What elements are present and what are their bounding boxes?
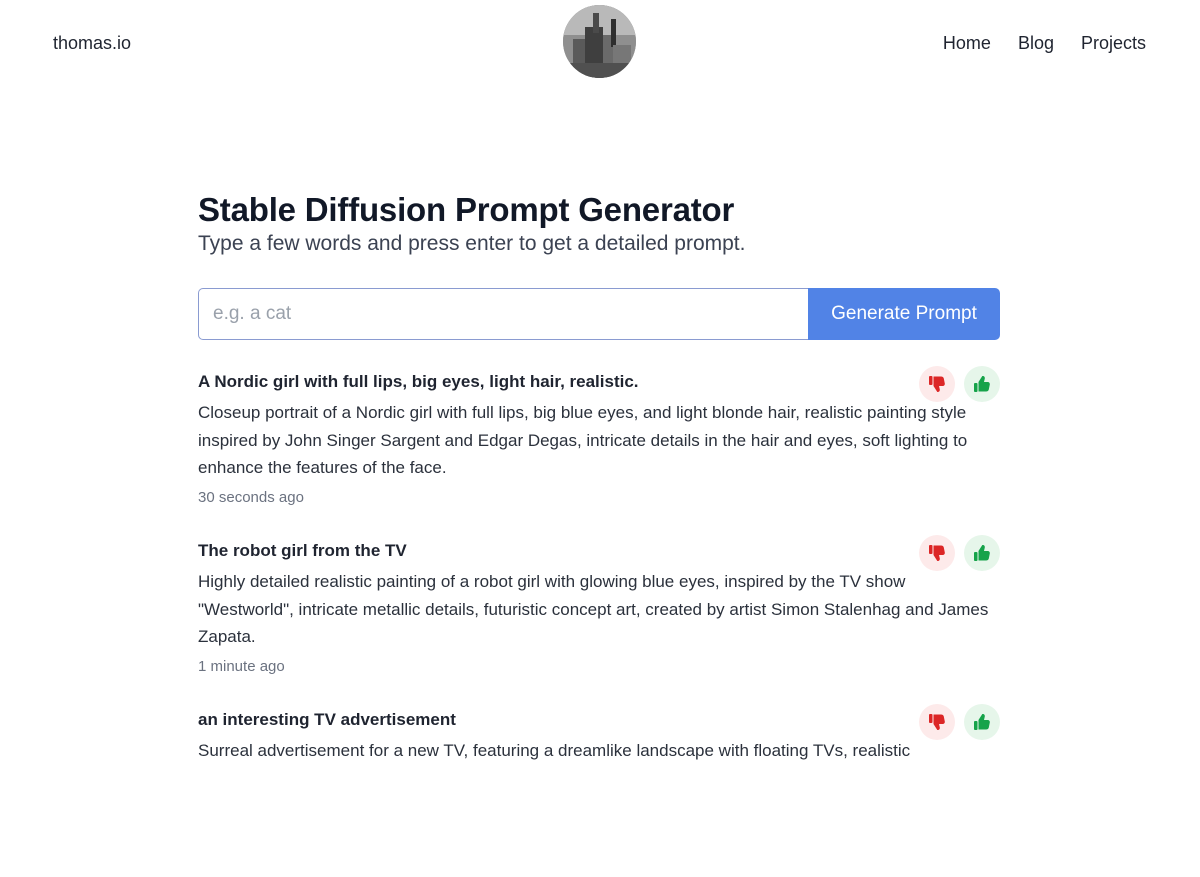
downvote-button[interactable] bbox=[919, 366, 955, 402]
nav-blog[interactable]: Blog bbox=[1018, 32, 1054, 54]
thumbs-down-icon bbox=[929, 376, 945, 392]
thumbs-up-icon bbox=[974, 376, 990, 392]
list-item: an interesting TV advertisement Surreal … bbox=[198, 704, 1000, 877]
generate-prompt-button[interactable]: Generate Prompt bbox=[808, 288, 1000, 340]
vote-buttons bbox=[919, 704, 1000, 740]
top-navbar: thomas.io Home Blog Projects bbox=[0, 0, 1200, 86]
nav-home[interactable]: Home bbox=[943, 32, 991, 54]
main-nav: Home Blog Projects bbox=[943, 32, 1146, 54]
result-timestamp: 30 seconds ago bbox=[198, 489, 304, 506]
results-list: A Nordic girl with full lips, big eyes, … bbox=[198, 366, 1000, 877]
result-timestamp: 1 minute ago bbox=[198, 658, 285, 675]
list-item: A Nordic girl with full lips, big eyes, … bbox=[198, 366, 1000, 539]
thumbs-down-icon bbox=[929, 714, 945, 730]
result-title: A Nordic girl with full lips, big eyes, … bbox=[198, 372, 639, 391]
list-item: The robot girl from the TV Highly detail… bbox=[198, 535, 1000, 708]
prompt-input[interactable] bbox=[198, 288, 808, 340]
result-title: The robot girl from the TV bbox=[198, 541, 407, 560]
page-title: Stable Diffusion Prompt Generator bbox=[198, 191, 735, 228]
thumbs-up-icon bbox=[974, 545, 990, 561]
page-subtitle: Type a few words and press enter to get … bbox=[198, 232, 746, 255]
upvote-button[interactable] bbox=[964, 366, 1000, 402]
upvote-button[interactable] bbox=[964, 704, 1000, 740]
main-content: Stable Diffusion Prompt Generator Type a… bbox=[198, 190, 1000, 760]
avatar-image bbox=[563, 5, 636, 78]
thumbs-up-icon bbox=[974, 714, 990, 730]
vote-buttons bbox=[919, 535, 1000, 571]
vote-buttons bbox=[919, 366, 1000, 402]
result-body: Closeup portrait of a Nordic girl with f… bbox=[198, 403, 968, 477]
result-body: Highly detailed realistic painting of a … bbox=[198, 572, 989, 646]
downvote-button[interactable] bbox=[919, 704, 955, 740]
brand-link[interactable]: thomas.io bbox=[53, 32, 131, 54]
thumbs-down-icon bbox=[929, 545, 945, 561]
nav-projects[interactable]: Projects bbox=[1081, 32, 1146, 54]
result-title: an interesting TV advertisement bbox=[198, 710, 456, 729]
avatar[interactable] bbox=[563, 5, 636, 78]
upvote-button[interactable] bbox=[964, 535, 1000, 571]
result-body: Surreal advertisement for a new TV, feat… bbox=[198, 741, 911, 760]
downvote-button[interactable] bbox=[919, 535, 955, 571]
prompt-form: Generate Prompt bbox=[198, 288, 1000, 340]
